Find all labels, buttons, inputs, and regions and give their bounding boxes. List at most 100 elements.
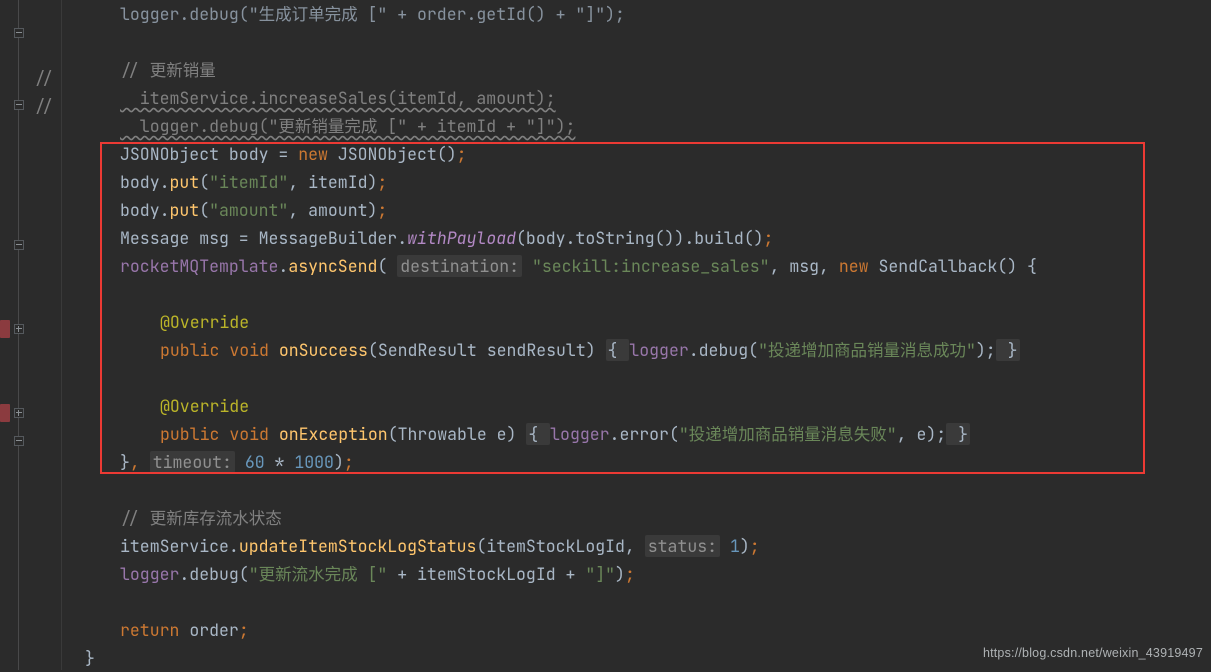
- keyword: void: [229, 423, 279, 445]
- string: "投递增加商品销量消息失败": [679, 423, 897, 445]
- param-hint: status:: [645, 535, 720, 557]
- code-text: );: [976, 339, 996, 361]
- fold-handle[interactable]: [14, 324, 24, 334]
- operator: *: [265, 451, 295, 473]
- method: onSuccess: [279, 339, 368, 361]
- fold-handle[interactable]: [14, 436, 24, 446]
- punc: (): [437, 143, 457, 165]
- code-line[interactable]: Message msg = MessageBuilder.withPayload…: [65, 224, 1211, 252]
- fold-handle[interactable]: [14, 28, 24, 38]
- field: logger: [629, 339, 688, 361]
- code-line[interactable]: // 更新库存流水状态: [65, 504, 1211, 532]
- code-text: msg = MessageBuilder.: [189, 227, 407, 249]
- field: logger: [550, 423, 609, 445]
- code-line[interactable]: logger.debug("更新流水完成 [" + itemStockLogId…: [65, 560, 1211, 588]
- code-line[interactable]: logger.debug("生成订单完成 [" + order.getId() …: [65, 0, 1211, 28]
- code-line[interactable]: @Override: [65, 392, 1211, 420]
- method: asyncSend: [288, 255, 377, 277]
- code-line[interactable]: body.put("itemId", itemId);: [65, 168, 1211, 196]
- code-text: itemService.: [120, 535, 239, 557]
- param-hint: destination:: [397, 255, 522, 277]
- code-line[interactable]: itemService.updateItemStockLogStatus(ite…: [65, 532, 1211, 560]
- semi: ;: [457, 143, 467, 165]
- punc: (: [199, 199, 209, 221]
- comment: // 更新库存流水状态: [120, 507, 282, 529]
- annotation: @Override: [160, 311, 249, 333]
- code-editor[interactable]: // // logger.debug("生成订单完成 [" + order.ge…: [0, 0, 1211, 670]
- number: 1000: [294, 451, 334, 473]
- code-line[interactable]: itemService.increaseSales(itemId, amount…: [65, 84, 1211, 112]
- keyword: new: [298, 143, 338, 165]
- punc: ): [334, 451, 344, 473]
- code-text: order: [189, 619, 239, 641]
- comment: logger.debug("更新销量完成 [" + itemId + "]");: [120, 115, 575, 137]
- punc: (: [377, 255, 397, 277]
- field: rocketMQTemplate: [120, 255, 278, 277]
- punc: }: [120, 451, 130, 473]
- punc: .: [278, 255, 288, 277]
- method: withPayload: [407, 227, 516, 249]
- string: "投递增加商品销量消息成功": [758, 339, 976, 361]
- punc: () {: [997, 255, 1037, 277]
- punc: ,: [130, 451, 150, 473]
- breakpoint-marker[interactable]: [0, 404, 10, 422]
- fold-brace[interactable]: {: [606, 339, 630, 361]
- code-text: + itemStockLogId +: [387, 563, 585, 585]
- code-line[interactable]: [65, 364, 1211, 392]
- code-text: (Throwable e): [388, 423, 527, 445]
- fold-brace[interactable]: {: [526, 423, 550, 445]
- breakpoint-marker[interactable]: [0, 320, 10, 338]
- code-line[interactable]: }, timeout: 60 * 1000);: [65, 448, 1211, 476]
- type: JSONObject: [338, 143, 437, 165]
- code-text: , msg,: [770, 255, 839, 277]
- code-line[interactable]: [65, 280, 1211, 308]
- keyword: public: [160, 339, 229, 361]
- code-text: , itemId): [288, 171, 377, 193]
- gutter-text: //: [34, 64, 54, 92]
- fold-brace[interactable]: }: [996, 339, 1020, 361]
- code-line[interactable]: [65, 588, 1211, 616]
- punc: ): [615, 563, 625, 585]
- fold-handle[interactable]: [14, 408, 24, 418]
- code-line[interactable]: [65, 28, 1211, 56]
- number: 60: [245, 451, 265, 473]
- code-text: , e);: [897, 423, 947, 445]
- type: Message: [120, 227, 189, 249]
- space: [522, 255, 532, 277]
- keyword: public: [160, 423, 229, 445]
- gutter-text: //: [34, 92, 54, 120]
- field: logger: [120, 563, 179, 585]
- comment: itemService.increaseSales(itemId, amount…: [120, 87, 556, 109]
- method: updateItemStockLogStatus: [239, 535, 477, 557]
- param-hint: timeout:: [150, 451, 235, 473]
- fold-handle[interactable]: [14, 240, 24, 250]
- annotation: @Override: [160, 395, 249, 417]
- code-line[interactable]: logger.debug("更新销量完成 [" + itemId + "]");: [65, 112, 1211, 140]
- keyword: new: [839, 255, 879, 277]
- fold-brace[interactable]: }: [946, 423, 970, 445]
- code-line[interactable]: rocketMQTemplate.asyncSend( destination:…: [65, 252, 1211, 280]
- code-text: (body.toString()).build(): [516, 227, 764, 249]
- code-text: .debug(: [689, 339, 758, 361]
- code-content[interactable]: logger.debug("生成订单完成 [" + order.getId() …: [65, 0, 1211, 672]
- semi: ;: [764, 227, 774, 249]
- string: "]": [585, 563, 615, 585]
- code-text: body.: [120, 171, 170, 193]
- code-line[interactable]: public void onSuccess(SendResult sendRes…: [65, 336, 1211, 364]
- code-line[interactable]: [65, 476, 1211, 504]
- code-line[interactable]: public void onException(Throwable e) { l…: [65, 420, 1211, 448]
- code-text: body =: [219, 143, 298, 165]
- keyword: return: [120, 619, 189, 641]
- semi: ;: [377, 199, 387, 221]
- fold-handle[interactable]: [14, 100, 24, 110]
- semi: ;: [239, 619, 249, 641]
- code-text: .debug(: [179, 563, 248, 585]
- editor-gutter: // //: [0, 0, 62, 670]
- code-line[interactable]: @Override: [65, 308, 1211, 336]
- punc: (: [199, 171, 209, 193]
- code-line[interactable]: // 更新销量: [65, 56, 1211, 84]
- semi: ;: [625, 563, 635, 585]
- code-line[interactable]: JSONObject body = new JSONObject();: [65, 140, 1211, 168]
- keyword: void: [229, 339, 279, 361]
- code-line[interactable]: body.put("amount", amount);: [65, 196, 1211, 224]
